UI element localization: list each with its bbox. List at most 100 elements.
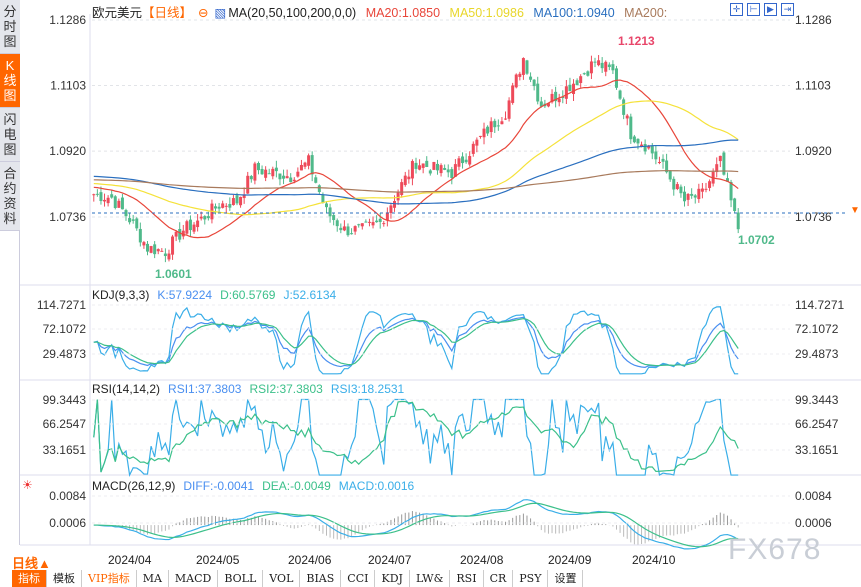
fit-left-icon[interactable]: ⊢	[747, 3, 760, 16]
candle	[575, 80, 579, 86]
kdj-axis-label: 114.7271	[37, 298, 86, 312]
candle	[292, 179, 296, 182]
tab-rsi[interactable]: RSI	[450, 570, 484, 587]
candle	[407, 176, 411, 180]
candle	[650, 146, 654, 154]
price-axis-label: 1.0920	[795, 144, 832, 158]
candle	[579, 76, 583, 84]
indicator-tabs: 指标 模板 VIP指标 MA MACD BOLL VOL BIAS CCI KD…	[12, 570, 584, 587]
tab-bias[interactable]: BIAS	[300, 570, 342, 587]
candle	[99, 192, 103, 202]
candle	[657, 161, 661, 163]
price-axis-label: 1.1286	[49, 13, 86, 27]
candle	[145, 243, 149, 252]
price-axis-label: 1.1286	[795, 13, 832, 27]
candle	[614, 68, 618, 88]
candle	[468, 156, 472, 165]
kdj-d-line	[93, 318, 739, 367]
candle	[443, 168, 447, 170]
candle	[339, 227, 343, 231]
tab-cr[interactable]: CR	[484, 570, 514, 587]
tab-kdj[interactable]: KDJ	[375, 570, 410, 587]
date-label: 2024/04	[108, 553, 152, 567]
tab-lwr[interactable]: LW&	[410, 570, 451, 587]
candle	[357, 224, 361, 226]
tab-cci[interactable]: CCI	[341, 570, 376, 587]
candle	[718, 155, 722, 162]
candle	[260, 168, 264, 175]
candle	[439, 165, 443, 174]
rsi-axis-label: 99.3443	[795, 393, 839, 407]
candle	[153, 244, 157, 255]
rsi1: RSI1:37.3803	[168, 382, 242, 396]
candle	[278, 173, 282, 180]
candle	[586, 71, 590, 76]
candle	[196, 220, 200, 228]
go-end-icon[interactable]: ⇥	[781, 3, 794, 16]
candle	[568, 84, 572, 92]
candle	[106, 197, 110, 204]
candle	[604, 61, 608, 72]
rsi3: RSI3:18.2531	[330, 382, 405, 396]
candle	[654, 151, 658, 160]
candle	[618, 90, 622, 99]
crosshair-icon[interactable]: ✛	[730, 3, 743, 16]
candle	[690, 193, 694, 196]
ma-settings-icon[interactable]: ▧	[215, 6, 227, 20]
zoom-icon[interactable]: ⊖	[198, 6, 208, 20]
sun-icon[interactable]: ☀	[22, 478, 33, 492]
candle	[120, 197, 124, 210]
candle	[672, 178, 676, 190]
candle	[389, 205, 393, 213]
candle	[253, 163, 257, 181]
candle	[163, 253, 167, 257]
tab-indicators[interactable]: 指标	[12, 570, 47, 587]
ma200-value: MA200:	[624, 6, 668, 20]
candle	[203, 216, 207, 220]
rsi2-line	[93, 399, 739, 473]
candle	[289, 177, 293, 183]
candle	[400, 182, 404, 195]
candle	[110, 194, 114, 198]
candle	[557, 98, 561, 103]
macd-hist-value: MACD:0.0016	[338, 479, 415, 493]
tab-ma[interactable]: MA	[137, 570, 169, 587]
tab-vol[interactable]: VOL	[263, 570, 301, 587]
candle	[700, 188, 704, 192]
kdj-header: KDJ(9,3,3) K:57.9224 D:60.5769 J:52.6134	[92, 288, 344, 302]
candle	[360, 223, 364, 227]
tab-vip[interactable]: VIP指标	[82, 570, 137, 587]
candle	[532, 79, 536, 87]
candle	[199, 216, 203, 219]
candle	[364, 221, 368, 223]
price-axis-label: 1.1103	[50, 79, 86, 93]
candle	[342, 226, 346, 231]
kdj-axis-label: 29.4873	[795, 347, 839, 361]
candle	[231, 198, 235, 206]
date-label: 2024/06	[288, 553, 332, 567]
candle	[188, 219, 192, 231]
low-label: 1.0601	[155, 267, 192, 281]
play-icon[interactable]: ▶	[764, 3, 777, 16]
candle	[185, 221, 189, 234]
candle	[643, 144, 647, 152]
candle	[410, 161, 414, 179]
date-label: 2024/09	[548, 553, 592, 567]
candle	[117, 200, 121, 208]
macd-axis-label: 0.0084	[795, 489, 832, 503]
candle	[371, 222, 375, 226]
candle	[632, 136, 636, 143]
tab-macd[interactable]: MACD	[169, 570, 219, 587]
candle	[171, 236, 175, 255]
candle	[324, 203, 328, 208]
tab-boll[interactable]: BOLL	[218, 570, 264, 587]
tab-psy[interactable]: PSY	[513, 570, 549, 587]
macd-diff: DIFF:-0.0041	[183, 479, 255, 493]
candle	[149, 246, 153, 253]
tab-template[interactable]: 模板	[47, 570, 82, 587]
candle	[335, 220, 339, 227]
date-label: 2024/08	[460, 553, 504, 567]
candle	[328, 207, 332, 217]
tab-settings[interactable]: 设置	[548, 570, 584, 587]
candle	[128, 218, 132, 223]
